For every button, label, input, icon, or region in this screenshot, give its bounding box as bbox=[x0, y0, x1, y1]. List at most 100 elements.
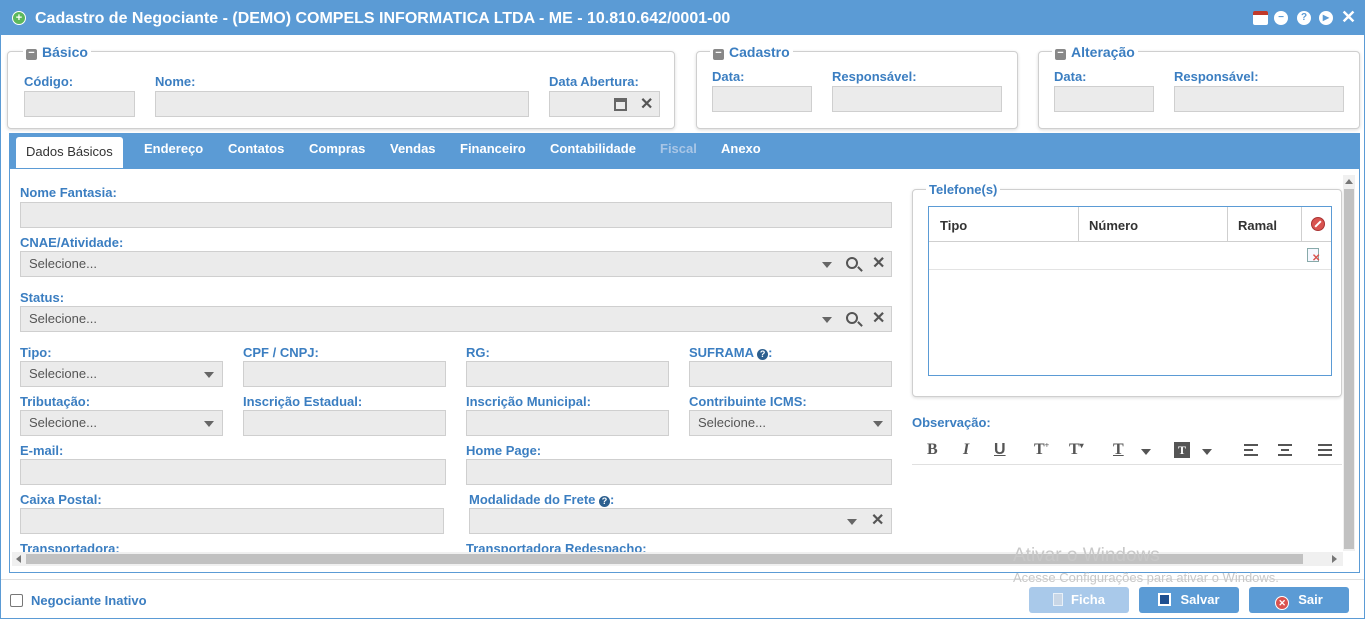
tab-financeiro[interactable]: Financeiro bbox=[460, 141, 526, 156]
tributacao-select[interactable]: Selecione... bbox=[20, 410, 223, 436]
alteracao-data-label: Data: bbox=[1054, 69, 1087, 84]
salvar-button[interactable]: Salvar bbox=[1139, 587, 1239, 613]
highlight-icon[interactable]: T bbox=[1174, 442, 1190, 458]
chevron-down-icon[interactable] bbox=[822, 262, 832, 268]
underline-icon[interactable]: U bbox=[994, 441, 1006, 459]
observacao-editor[interactable] bbox=[912, 466, 1337, 552]
status-value: Selecione... bbox=[29, 311, 97, 326]
tab-contabilidade[interactable]: Contabilidade bbox=[550, 141, 636, 156]
cnae-select[interactable]: Selecione... ✕ bbox=[20, 251, 892, 277]
codigo-input[interactable] bbox=[24, 91, 135, 117]
clear-icon[interactable]: ✕ bbox=[872, 307, 885, 331]
email-input[interactable] bbox=[20, 459, 446, 485]
basico-legend[interactable]: − Básico bbox=[23, 44, 91, 60]
col-divider bbox=[1301, 207, 1302, 242]
cadastro-data-input bbox=[712, 86, 812, 112]
tipo-label: Tipo: bbox=[20, 345, 52, 360]
tab-dados-basicos[interactable]: Dados Básicos bbox=[16, 137, 123, 168]
chevron-down-icon[interactable] bbox=[1141, 449, 1151, 455]
nome-label: Nome: bbox=[155, 74, 196, 89]
col-tipo[interactable]: Tipo bbox=[940, 218, 967, 233]
delete-all-icon[interactable] bbox=[1311, 217, 1325, 231]
cadastro-responsavel-input bbox=[832, 86, 1002, 112]
clear-icon[interactable]: ✕ bbox=[871, 509, 884, 533]
chevron-down-icon[interactable] bbox=[873, 421, 883, 427]
grid-row bbox=[929, 243, 1331, 270]
align-left-icon[interactable] bbox=[1244, 444, 1258, 456]
contribuinte-icms-value: Selecione... bbox=[698, 415, 766, 430]
caixa-postal-label: Caixa Postal: bbox=[20, 492, 102, 507]
cpf-cnpj-label: CPF / CNPJ: bbox=[243, 345, 319, 360]
help-icon[interactable]: ? bbox=[599, 496, 611, 507]
status-select[interactable]: Selecione... ✕ bbox=[20, 306, 892, 332]
inscricao-municipal-input[interactable] bbox=[466, 410, 669, 436]
save-icon bbox=[1158, 593, 1172, 606]
align-center-icon[interactable] bbox=[1278, 444, 1292, 456]
col-numero[interactable]: Número bbox=[1089, 218, 1138, 233]
calendar-icon[interactable] bbox=[614, 98, 627, 111]
play-icon[interactable]: ▶ bbox=[1319, 11, 1333, 25]
modalidade-frete-select[interactable]: ✕ bbox=[469, 508, 892, 534]
sair-button[interactable]: ✕ Sair bbox=[1249, 587, 1349, 613]
suframa-input[interactable] bbox=[689, 361, 892, 387]
inativo-label[interactable]: Negociante Inativo bbox=[31, 593, 147, 608]
scroll-left-icon[interactable] bbox=[16, 555, 21, 563]
scroll-right-icon[interactable] bbox=[1332, 555, 1337, 563]
tab-anexo[interactable]: Anexo bbox=[721, 141, 761, 156]
scroll-up-icon[interactable] bbox=[1345, 179, 1353, 184]
chevron-down-icon[interactable] bbox=[1202, 449, 1212, 455]
chevron-down-icon[interactable] bbox=[822, 317, 832, 323]
cadastro-legend[interactable]: − Cadastro bbox=[710, 44, 793, 60]
nome-fantasia-input[interactable] bbox=[20, 202, 892, 228]
ficha-button: Ficha bbox=[1029, 587, 1129, 613]
contribuinte-icms-select[interactable]: Selecione... bbox=[689, 410, 892, 436]
help-icon[interactable]: ? bbox=[757, 349, 769, 360]
tributacao-value: Selecione... bbox=[29, 415, 97, 430]
exit-icon: ✕ bbox=[1275, 596, 1290, 610]
negociante-window: + Cadastro de Negociante - (DEMO) COMPEL… bbox=[0, 0, 1365, 619]
alteracao-responsavel-label: Responsável: bbox=[1174, 69, 1259, 84]
minimize-icon[interactable]: − bbox=[1274, 11, 1288, 25]
inscricao-estadual-label: Inscrição Estadual: bbox=[243, 394, 363, 409]
subscript-icon[interactable]: T▾ bbox=[1069, 441, 1084, 459]
collapse-icon[interactable]: − bbox=[1055, 48, 1066, 60]
list-icon[interactable] bbox=[1318, 444, 1332, 456]
data-abertura-input[interactable]: ✕ bbox=[549, 91, 660, 117]
vertical-scrollbar[interactable] bbox=[1343, 175, 1355, 551]
scroll-thumb[interactable] bbox=[1344, 189, 1354, 549]
inscricao-estadual-input[interactable] bbox=[243, 410, 446, 436]
collapse-icon[interactable]: − bbox=[713, 48, 724, 60]
delete-row-icon[interactable]: ✕ bbox=[1307, 248, 1320, 264]
close-icon[interactable]: ✕ bbox=[1341, 7, 1356, 28]
tipo-select[interactable]: Selecione... bbox=[20, 361, 223, 387]
cnae-value: Selecione... bbox=[29, 256, 97, 271]
caixa-postal-input[interactable] bbox=[20, 508, 444, 534]
bold-icon[interactable]: B bbox=[927, 441, 938, 459]
italic-icon[interactable]: I bbox=[963, 441, 969, 459]
inativo-checkbox[interactable] bbox=[10, 594, 23, 607]
help-icon[interactable]: ? bbox=[1297, 11, 1311, 25]
superscript-icon[interactable]: T+ bbox=[1034, 441, 1049, 459]
nome-input[interactable] bbox=[155, 91, 529, 117]
tab-endereco[interactable]: Endereço bbox=[144, 141, 203, 156]
tab-contatos[interactable]: Contatos bbox=[228, 141, 284, 156]
clear-icon[interactable]: ✕ bbox=[640, 94, 653, 114]
tab-vendas[interactable]: Vendas bbox=[390, 141, 436, 156]
alteracao-data-input bbox=[1054, 86, 1154, 112]
window-title: Cadastro de Negociante - (DEMO) COMPELS … bbox=[35, 10, 731, 27]
chevron-down-icon[interactable] bbox=[204, 421, 214, 427]
col-ramal[interactable]: Ramal bbox=[1238, 218, 1277, 233]
home-page-input[interactable] bbox=[466, 459, 892, 485]
tab-compras[interactable]: Compras bbox=[309, 141, 365, 156]
clear-icon[interactable]: ✕ bbox=[872, 252, 885, 276]
rg-input[interactable] bbox=[466, 361, 669, 387]
calendar-icon[interactable] bbox=[1253, 11, 1268, 25]
alteracao-legend[interactable]: − Alteração bbox=[1052, 44, 1138, 60]
search-icon[interactable] bbox=[846, 312, 858, 324]
search-icon[interactable] bbox=[846, 257, 858, 269]
collapse-icon[interactable]: − bbox=[26, 48, 37, 60]
font-color-icon[interactable]: T bbox=[1113, 441, 1124, 459]
cpf-cnpj-input[interactable] bbox=[243, 361, 446, 387]
chevron-down-icon[interactable] bbox=[847, 519, 857, 525]
chevron-down-icon[interactable] bbox=[204, 372, 214, 378]
